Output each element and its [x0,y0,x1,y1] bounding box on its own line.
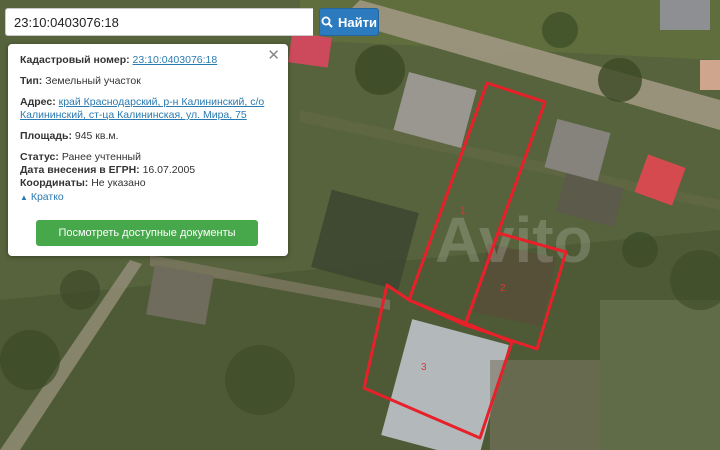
view-documents-button[interactable]: Посмотреть доступные документы [36,220,258,246]
search-button[interactable]: Найти [319,8,379,36]
status-row: Статус: Ранее учтенный [20,151,276,164]
address-link-line1[interactable]: край Краснодарский, р-н Калининский, с/о [59,96,265,108]
parcel-info-card: ✕ Кадастровый номер: 23:10:0403076:18 Ти… [8,44,288,256]
search-bar: Найти [5,8,379,36]
parcel-3-label: 3 [421,362,427,373]
parcel-2-label: 2 [500,283,506,294]
view-documents-label: Посмотреть доступные документы [58,226,236,239]
watermark: Avito [435,204,593,276]
collapse-toggle[interactable]: ▲ Кратко [20,191,64,204]
parcel-1-label: 1 [460,206,466,217]
type-row: Тип: Земельный участок [20,75,276,88]
area-label: Площадь: [20,130,72,142]
egrn-date-label: Дата внесения в ЕГРН: [20,164,140,176]
type-label: Тип: [20,75,43,87]
address-label: Адрес: [20,96,56,108]
search-icon [321,16,333,28]
egrn-date-value: 16.07.2005 [142,164,196,176]
area-value: 945 кв.м. [74,130,119,142]
caret-up-icon: ▲ [20,193,28,202]
cadastral-row: Кадастровый номер: 23:10:0403076:18 [20,54,276,67]
egrn-date-row: Дата внесения в ЕГРН: 16.07.2005 [20,164,276,177]
cadastral-label: Кадастровый номер: [20,54,130,66]
search-input[interactable] [5,8,313,36]
coordinates-label: Координаты: [20,177,89,189]
search-button-label: Найти [338,14,377,30]
close-icon[interactable]: ✕ [267,48,280,63]
cadastral-number-link[interactable]: 23:10:0403076:18 [133,54,218,66]
coordinates-row: Координаты: Не указано [20,177,276,190]
address-row: Адрес: край Краснодарский, р-н Калининск… [20,96,276,122]
coordinates-value: Не указано [91,177,146,189]
address-link-line2[interactable]: Калининский, ст-ца Калининская, ул. Мира… [20,109,247,121]
area-row: Площадь: 945 кв.м. [20,130,276,143]
type-value: Земельный участок [45,75,141,87]
status-value: Ранее учтенный [61,151,141,163]
status-label: Статус: [20,151,59,163]
collapse-toggle-label: Кратко [30,191,64,203]
